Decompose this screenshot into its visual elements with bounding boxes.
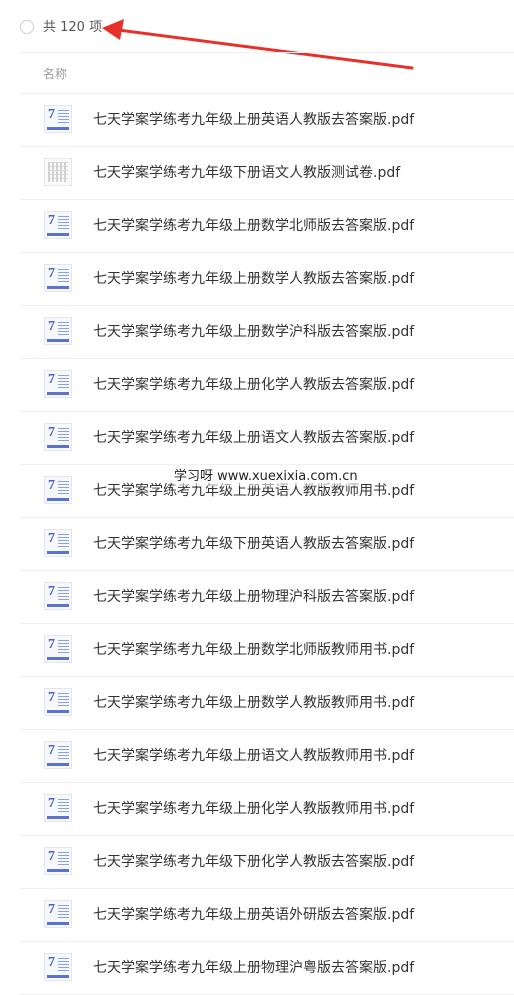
pdf-thumbnail-icon: 7: [44, 317, 72, 345]
file-name[interactable]: 七天学案学练考九年级下册化学人教版去答案版.pdf: [93, 852, 414, 872]
file-row[interactable]: 7 七天学案学练考九年级下册化学人教版去答案版.pdf: [20, 836, 514, 889]
file-name[interactable]: 七天学案学练考九年级上册数学北师版去答案版.pdf: [93, 216, 414, 236]
pdf-thumbnail-icon: 7: [44, 741, 72, 769]
file-row[interactable]: 7 七天学案学练考九年级上册英语外研版去答案版.pdf: [20, 889, 514, 942]
file-name[interactable]: 七天学案学练考九年级上册英语外研版去答案版.pdf: [93, 905, 414, 925]
file-row[interactable]: 7 七天学案学练考九年级上册英语人教版去答案版.pdf: [20, 94, 514, 147]
pdf-thumbnail-icon: [44, 158, 72, 186]
divider: [20, 52, 514, 53]
file-row[interactable]: 7 七天学案学练考九年级上册化学人教版去答案版.pdf: [20, 359, 514, 412]
file-name[interactable]: 七天学案学练考九年级上册化学人教版去答案版.pdf: [93, 375, 414, 395]
pdf-thumbnail-icon: 7: [44, 476, 72, 504]
pdf-thumbnail-icon: 7: [44, 264, 72, 292]
file-name[interactable]: 七天学案学练考九年级下册语文人教版测试卷.pdf: [93, 163, 400, 183]
select-all-checkbox[interactable]: [20, 20, 34, 34]
file-row[interactable]: 7 七天学案学练考九年级上册物理沪科版去答案版.pdf: [20, 571, 514, 624]
file-name[interactable]: 七天学案学练考九年级上册化学人教版教师用书.pdf: [93, 799, 414, 819]
file-name[interactable]: 七天学案学练考九年级上册数学人教版去答案版.pdf: [93, 269, 414, 289]
file-list: 7 七天学案学练考九年级上册英语人教版去答案版.pdf 七天学案学练考九年级下册语文…: [0, 94, 514, 995]
pdf-thumbnail-icon: 7: [44, 635, 72, 663]
file-name[interactable]: 七天学案学练考九年级下册英语人教版去答案版.pdf: [93, 534, 414, 554]
file-row[interactable]: 7 七天学案学练考九年级上册语文人教版教师用书.pdf: [20, 730, 514, 783]
file-name[interactable]: 七天学案学练考九年级上册物理沪粤版去答案版.pdf: [93, 958, 414, 978]
file-name[interactable]: 七天学案学练考九年级上册语文人教版去答案版.pdf: [93, 428, 414, 448]
pdf-thumbnail-icon: 7: [44, 794, 72, 822]
file-row[interactable]: 7 七天学案学练考九年级上册数学北师版去答案版.pdf: [20, 200, 514, 253]
file-name[interactable]: 七天学案学练考九年级上册数学人教版教师用书.pdf: [93, 693, 414, 713]
file-row[interactable]: 7 七天学案学练考九年级上册数学北师版教师用书.pdf: [20, 624, 514, 677]
file-name[interactable]: 七天学案学练考九年级上册数学沪科版去答案版.pdf: [93, 322, 414, 342]
pdf-thumbnail-icon: 7: [44, 688, 72, 716]
file-name[interactable]: 七天学案学练考九年级上册物理沪科版去答案版.pdf: [93, 587, 414, 607]
watermark: 学习呀 www.xuexixia.com.cn: [174, 468, 358, 486]
item-count: 共 120 项: [43, 20, 103, 35]
pdf-thumbnail-icon: 7: [44, 423, 72, 451]
list-toolbar: 共 120 项: [0, 0, 514, 54]
file-row[interactable]: 7 七天学案学练考九年级上册数学人教版教师用书.pdf: [20, 677, 514, 730]
pdf-thumbnail-icon: 7: [44, 211, 72, 239]
pdf-thumbnail-icon: 7: [44, 953, 72, 981]
file-row[interactable]: 7 七天学案学练考九年级上册语文人教版去答案版.pdf: [20, 412, 514, 465]
pdf-thumbnail-icon: 7: [44, 370, 72, 398]
file-name[interactable]: 七天学案学练考九年级上册语文人教版教师用书.pdf: [93, 746, 414, 766]
pdf-thumbnail-icon: 7: [44, 900, 72, 928]
pdf-thumbnail-icon: 7: [44, 847, 72, 875]
file-row[interactable]: 7 七天学案学练考九年级下册英语人教版去答案版.pdf: [20, 518, 514, 571]
file-name[interactable]: 七天学案学练考九年级上册数学北师版教师用书.pdf: [93, 640, 414, 660]
pdf-thumbnail-icon: 7: [44, 529, 72, 557]
file-row[interactable]: 7 七天学案学练考九年级上册数学人教版去答案版.pdf: [20, 253, 514, 306]
column-header-name[interactable]: 名称: [43, 66, 67, 82]
file-row[interactable]: 7 七天学案学练考九年级上册物理沪粤版去答案版.pdf: [20, 942, 514, 995]
pdf-thumbnail-icon: 7: [44, 105, 72, 133]
pdf-thumbnail-icon: 7: [44, 582, 72, 610]
file-row[interactable]: 七天学案学练考九年级下册语文人教版测试卷.pdf: [20, 147, 514, 200]
file-name[interactable]: 七天学案学练考九年级上册英语人教版去答案版.pdf: [93, 110, 414, 130]
file-row[interactable]: 7 七天学案学练考九年级上册化学人教版教师用书.pdf: [20, 783, 514, 836]
file-row[interactable]: 7 七天学案学练考九年级上册数学沪科版去答案版.pdf: [20, 306, 514, 359]
